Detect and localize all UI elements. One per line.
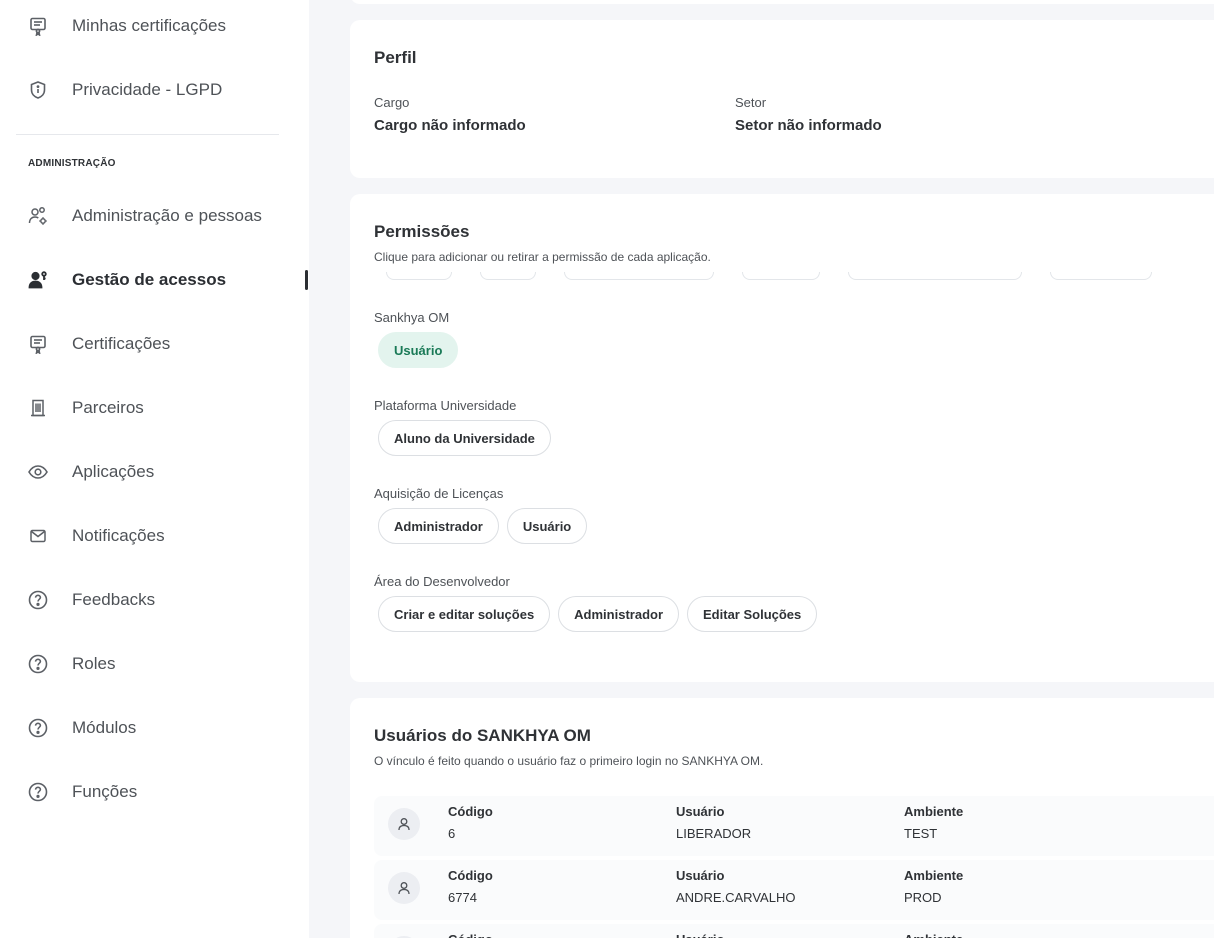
- sidebar-item-administracao-pessoas[interactable]: Administração e pessoas: [0, 184, 309, 248]
- sidebar-item-label: Feedbacks: [72, 590, 156, 609]
- permission-chip-editar-solucoes[interactable]: Editar Soluções: [687, 596, 818, 632]
- sidebar-item-label: Gestão de acessos: [72, 270, 227, 289]
- chip-row-sankhya-om: Usuário: [378, 332, 459, 368]
- col-header-ambiente: Ambiente: [904, 804, 964, 819]
- sidebar-divider: [16, 134, 279, 135]
- building-icon: [27, 397, 49, 419]
- sidebar-item-aplicacoes[interactable]: Aplicações: [0, 440, 309, 504]
- col-header-codigo: Código: [448, 932, 493, 938]
- sidebar-item-label: Minhas certificações: [72, 16, 227, 35]
- cell-ambiente: PROD: [904, 890, 942, 905]
- table-row[interactable]: Código 6774 Usuário ANDRE.CARVALHO Ambie…: [374, 860, 1214, 920]
- cell-usuario: ANDRE.CARVALHO: [676, 890, 796, 905]
- active-indicator: [305, 270, 308, 290]
- sidebar-item-modulos[interactable]: Módulos: [0, 696, 309, 760]
- previous-card: [350, 0, 1214, 4]
- group-label-sankhya-om: Sankhya OM: [374, 310, 450, 325]
- clipped-chip[interactable]: [1050, 272, 1152, 280]
- permission-chip-usuario[interactable]: Usuário: [378, 332, 459, 368]
- users-subtitle: O vínculo é feito quando o usuário faz o…: [374, 754, 764, 768]
- help-circle-icon: [27, 717, 49, 739]
- group-label-plataforma-universidade: Plataforma Universidade: [374, 398, 517, 413]
- user-key-icon: [27, 269, 49, 291]
- sidebar-item-label: Administração e pessoas: [72, 206, 262, 225]
- chip-row-plataforma-universidade: Aluno da Universidade: [378, 420, 551, 456]
- cargo-label: Cargo: [374, 95, 410, 110]
- permission-chip-administrador[interactable]: Administrador: [378, 508, 499, 544]
- users-gear-icon: [27, 205, 49, 227]
- users-title: Usuários do SANKHYA OM: [374, 726, 591, 745]
- sidebar-section-title: ADMINISTRAÇÃO: [28, 158, 116, 169]
- sidebar-item-label: Notificações: [72, 526, 165, 545]
- sidebar-item-label: Funções: [72, 782, 138, 801]
- sidebar-item-label: Certificações: [72, 334, 171, 353]
- group-label-area-desenvolvedor: Área do Desenvolvedor: [374, 574, 510, 589]
- sidebar-item-feedbacks[interactable]: Feedbacks: [0, 568, 309, 632]
- sidebar-item-funcoes[interactable]: Funções: [0, 760, 309, 824]
- help-circle-icon: [27, 589, 49, 611]
- col-header-usuario: Usuário: [676, 932, 724, 938]
- sidebar: Minhas certificações Privacidade - LGPD …: [0, 0, 309, 938]
- col-header-ambiente: Ambiente: [904, 932, 963, 938]
- help-circle-icon: [27, 781, 49, 803]
- certificate-icon: [27, 333, 49, 355]
- permission-chip-criar-editar-solucoes[interactable]: Criar e editar soluções: [378, 596, 551, 632]
- chip-row-aquisicao-licencas: Administrador Usuário: [378, 508, 588, 544]
- users-card: Usuários do SANKHYA OM O vínculo é feito…: [350, 698, 1214, 938]
- sidebar-item-minhas-certificacoes[interactable]: Minhas certificações: [0, 0, 309, 58]
- col-header-codigo: Código: [448, 868, 493, 883]
- permissions-subtitle: Clique para adicionar ou retirar a permi…: [374, 250, 711, 264]
- group-label-aquisicao-licencas: Aquisição de Licenças: [374, 486, 504, 501]
- clipped-chip[interactable]: [480, 272, 536, 280]
- certificate-icon: [27, 15, 49, 37]
- permission-chip-usuario[interactable]: Usuário: [506, 508, 588, 544]
- sidebar-item-label: Parceiros: [72, 398, 144, 417]
- setor-label: Setor: [735, 95, 767, 110]
- mail-icon: [27, 525, 49, 547]
- cargo-value: Cargo não informado: [374, 117, 526, 134]
- sidebar-item-gestao-acessos[interactable]: Gestão de acessos: [0, 248, 309, 312]
- clipped-chip[interactable]: [564, 272, 714, 280]
- profile-card: Perfil Cargo Cargo não informado Setor S…: [350, 20, 1214, 178]
- user-avatar-icon: [388, 872, 420, 904]
- sidebar-item-certificacoes[interactable]: Certificações: [0, 312, 309, 376]
- setor-value: Setor não informado: [735, 117, 882, 134]
- clipped-chip[interactable]: [742, 272, 820, 280]
- sidebar-item-label: Aplicações: [72, 462, 155, 481]
- sidebar-item-label: Roles: [72, 654, 116, 673]
- table-row[interactable]: Código Usuário Ambiente: [374, 924, 1214, 938]
- col-header-codigo: Código: [448, 804, 493, 819]
- col-header-usuario: Usuário: [676, 804, 725, 819]
- permission-chip-aluno-universidade[interactable]: Aluno da Universidade: [378, 420, 551, 456]
- col-header-ambiente: Ambiente: [904, 868, 964, 883]
- shield-icon: [27, 79, 49, 101]
- help-circle-icon: [27, 653, 49, 675]
- sidebar-item-parceiros[interactable]: Parceiros: [0, 376, 309, 440]
- permission-chip-administrador[interactable]: Administrador: [558, 596, 680, 632]
- eye-icon: [27, 461, 49, 483]
- sidebar-item-privacidade[interactable]: Privacidade - LGPD: [0, 58, 309, 122]
- clipped-chip[interactable]: [386, 272, 452, 280]
- sidebar-item-notificacoes[interactable]: Notificações: [0, 504, 309, 568]
- cell-codigo: 6774: [448, 890, 477, 905]
- chip-row-area-desenvolvedor: Criar e editar soluções Administrador Ed…: [378, 596, 818, 632]
- cell-codigo: 6: [448, 826, 456, 841]
- cell-usuario: LIBERADOR: [676, 826, 752, 841]
- user-avatar-icon: [388, 808, 420, 840]
- cell-ambiente: TEST: [904, 826, 938, 841]
- permissions-title: Permissões: [374, 222, 470, 241]
- profile-title: Perfil: [374, 48, 417, 67]
- sidebar-item-label: Módulos: [72, 718, 137, 737]
- sidebar-item-label: Privacidade - LGPD: [72, 80, 223, 99]
- table-row[interactable]: Código 6 Usuário LIBERADOR Ambiente TEST: [374, 796, 1214, 856]
- permissions-card: Permissões Clique para adicionar ou reti…: [350, 194, 1214, 682]
- col-header-usuario: Usuário: [676, 868, 725, 883]
- clipped-chip[interactable]: [848, 272, 1022, 280]
- sidebar-item-roles[interactable]: Roles: [0, 632, 309, 696]
